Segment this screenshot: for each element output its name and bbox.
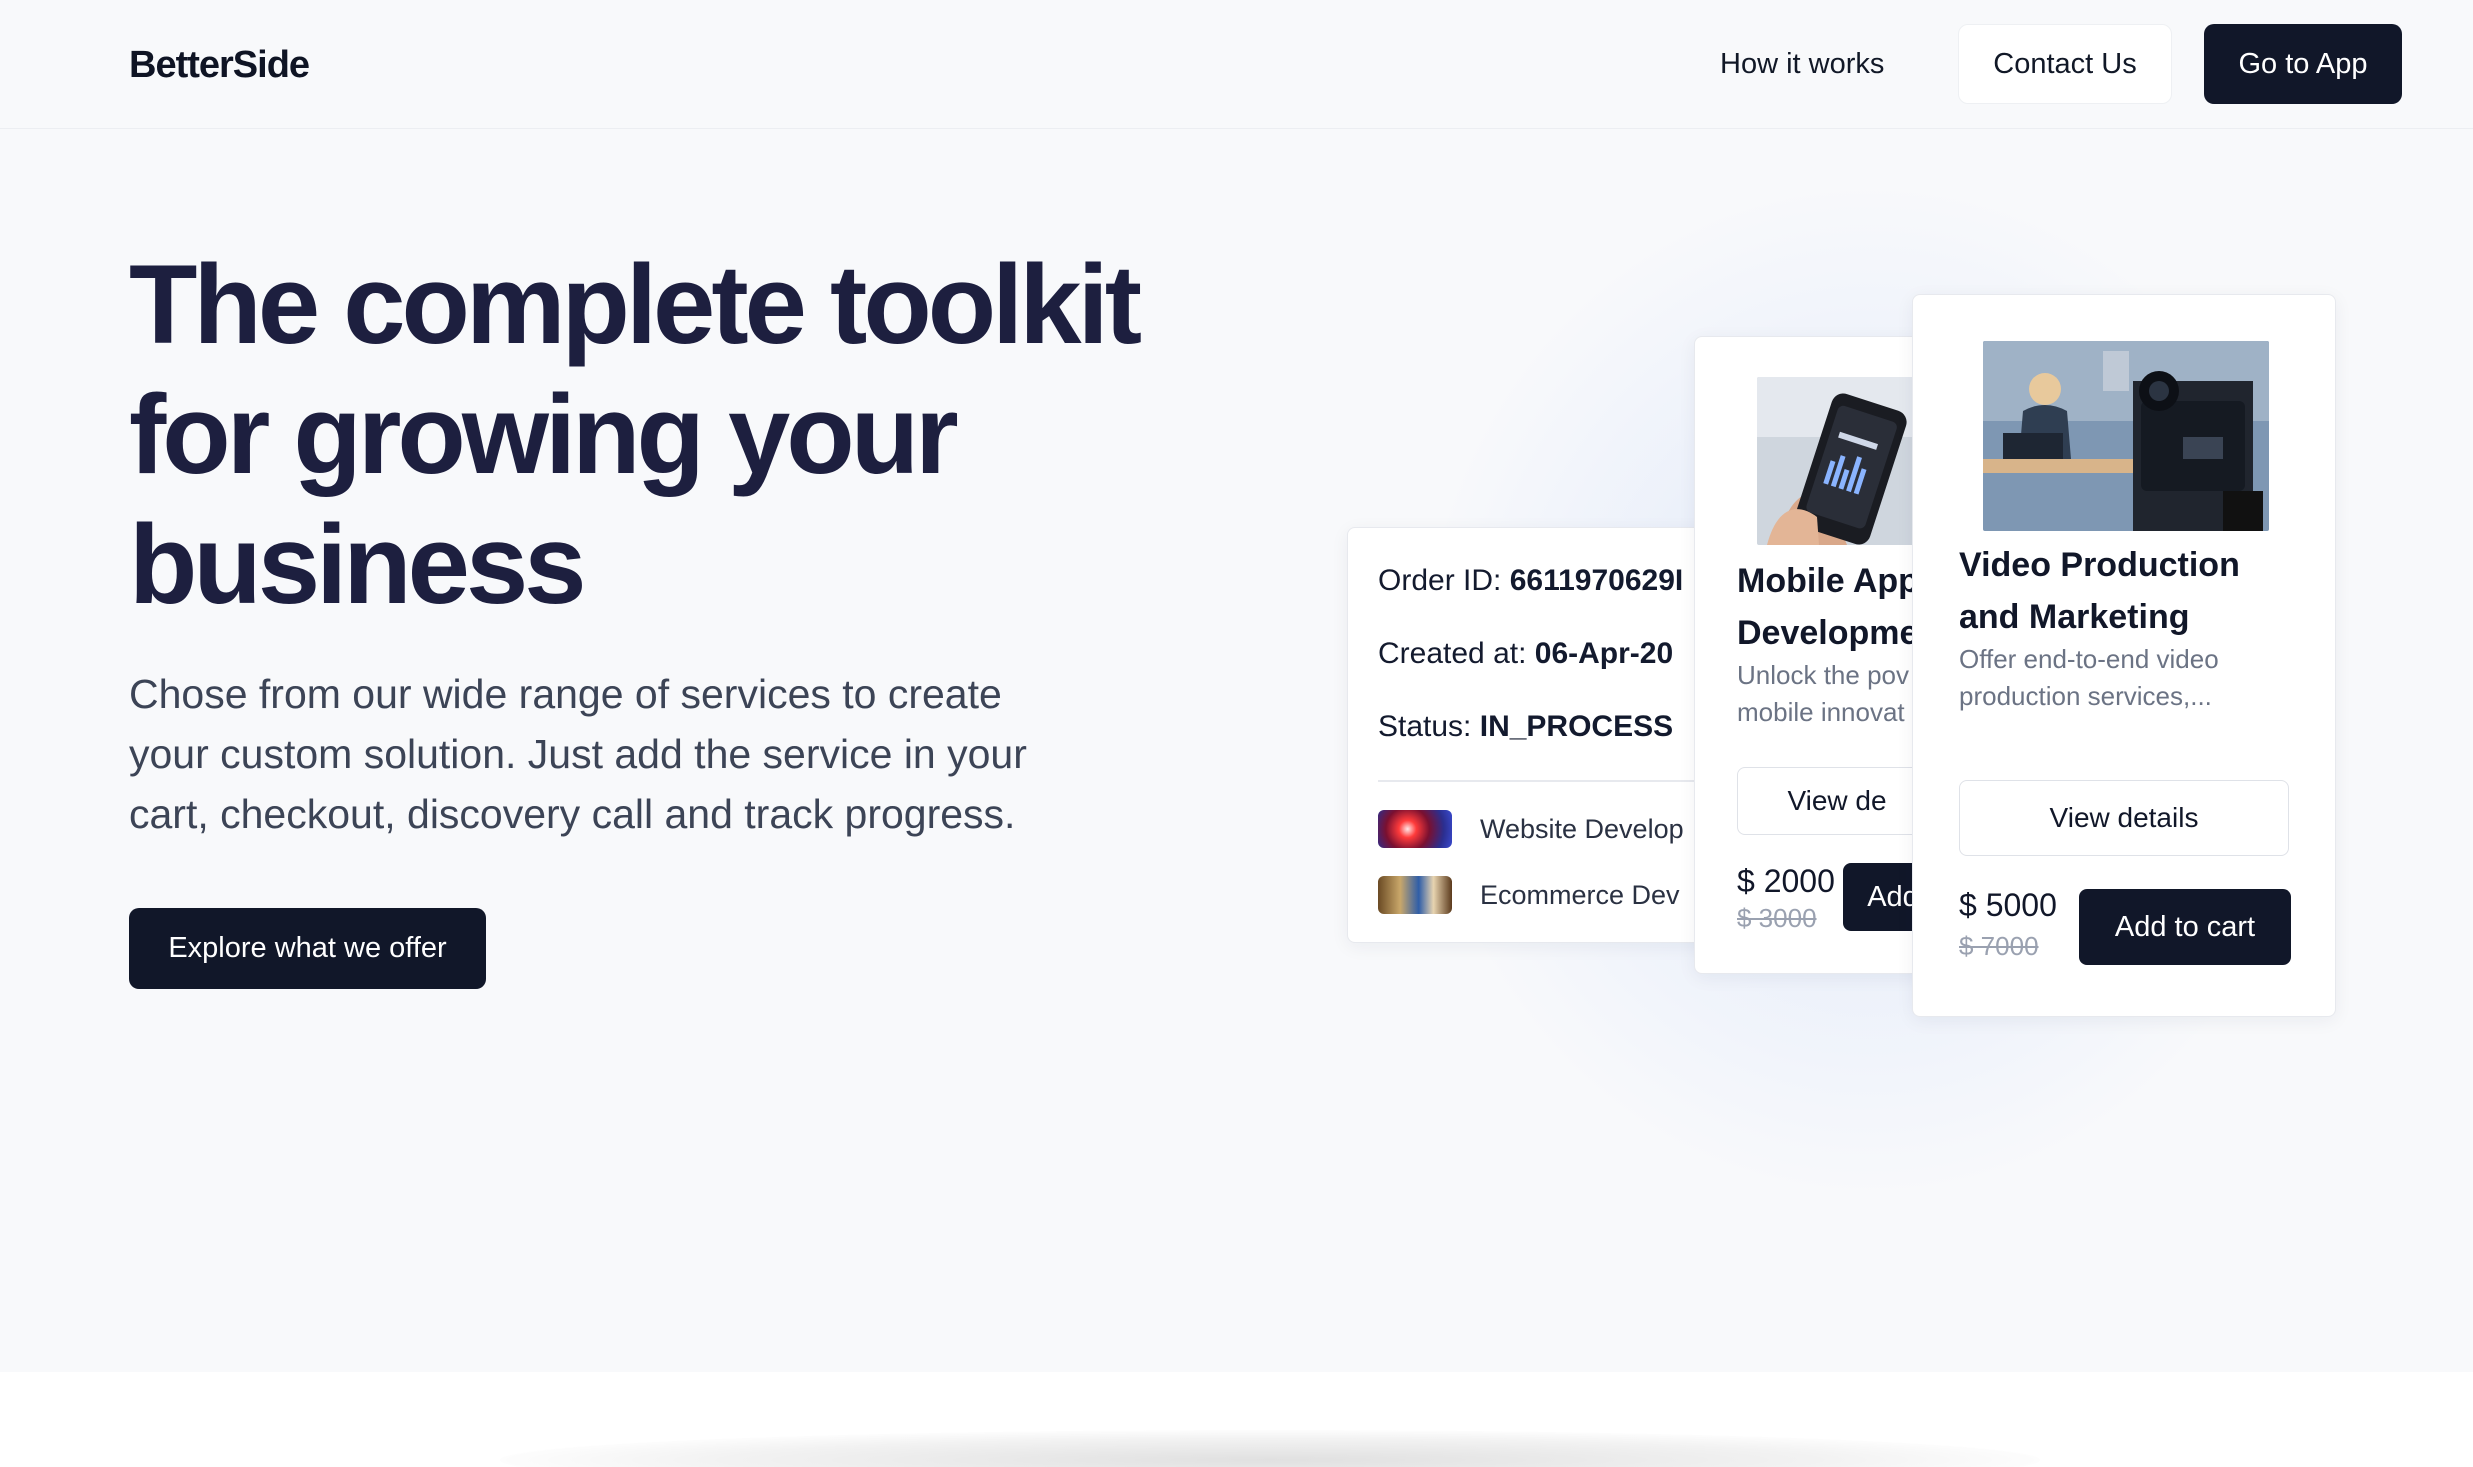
brand-logo[interactable]: BetterSide [129,44,310,87]
mobile-app-image [1757,377,1923,545]
mobile-app-service-card: Mobile App Developme Unlock the pov mobi… [1694,336,1924,974]
contact-us-button[interactable]: Contact Us [1958,24,2172,104]
order-id-value: 6611970629I [1509,564,1684,597]
video-production-image [1983,341,2269,531]
hero-title-line: business [129,502,587,627]
go-to-app-button[interactable]: Go to App [2204,24,2402,104]
service-description: Unlock the pov mobile innovat [1737,660,1909,727]
how-it-works-link[interactable]: How it works [1720,48,1884,81]
order-item-label: Website Develop [1480,813,1684,844]
hero-subtitle: Chose from our wide range of services to… [129,664,1139,844]
hero-title-line: for growing your [129,372,959,497]
hero-title-line: The complete toolkit [129,242,1142,367]
explore-offer-button[interactable]: Explore what we offer [129,908,486,989]
hero-subtitle-line: Chose from our wide range of services to… [129,671,1002,717]
status-row: Status: IN_PROCESS [1378,710,1674,743]
original-price: $ 7000 [1959,931,2039,961]
order-summary-card: Order ID: 6611970629I Created at: 06-Apr… [1347,527,1717,943]
order-item-label: Ecommerce Dev [1480,879,1680,910]
original-price: $ 3000 [1737,903,1817,933]
hero-subtitle-line: your custom solution. Just add the servi… [129,731,1027,777]
video-production-service-card: Video Production and Marketing Offer end… [1912,294,2336,1017]
top-navbar: BetterSide How it works Contact Us Go to… [0,0,2473,129]
service-description: Offer end-to-end video production servic… [1959,644,2219,711]
service-title: Mobile App Developme [1737,562,1919,652]
view-details-button[interactable]: View de [1737,767,1923,835]
divider [1378,780,1716,782]
service-price: $ 5000 [1959,887,2057,923]
hero-title: The complete toolkit for growing your bu… [129,240,1229,630]
created-at-row: Created at: 06-Apr-20 [1378,637,1674,670]
ecommerce-thumbnail [1378,876,1452,914]
view-details-button[interactable]: View details [1959,780,2289,856]
phone-photo-icon [1757,377,1923,545]
add-to-cart-button[interactable]: Add to cart [2079,889,2291,965]
hero-subtitle-line: cart, checkout, discovery call and track… [129,791,1016,837]
service-price: $ 2000 [1737,863,1835,899]
camera-studio-photo-icon [1983,341,2269,531]
service-title: Video Production and Marketing [1959,546,2240,636]
created-at-value: 06-Apr-20 [1534,637,1674,670]
status-value: IN_PROCESS [1479,710,1674,743]
order-item: Ecommerce Dev [1378,876,1680,914]
order-id-row: Order ID: 6611970629I [1378,564,1684,597]
website-thumbnail [1378,810,1452,848]
order-item: Website Develop [1378,810,1684,848]
